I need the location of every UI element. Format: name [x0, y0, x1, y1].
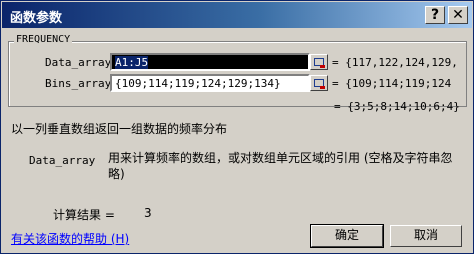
- current-argument-name: Data_array: [29, 154, 96, 167]
- data-array-preview: = {117,122,124,129,: [332, 56, 458, 69]
- range-select-icon: [314, 79, 325, 89]
- title-bar: 函数参数 ? ✕: [2, 2, 472, 28]
- close-button[interactable]: ✕: [448, 6, 468, 24]
- result-value: 3: [144, 206, 152, 220]
- bins-array-preview: = {109;114;119;124: [332, 77, 452, 90]
- dialog-title: 函数参数: [10, 11, 63, 26]
- data-array-collapse-button[interactable]: [310, 54, 328, 70]
- cancel-button[interactable]: 取消: [390, 225, 462, 247]
- bins-array-label: Bins_array: [45, 77, 112, 90]
- data-array-value: A1:J5: [115, 56, 149, 69]
- function-arguments-dialog: 函数参数 ? ✕ FREQUENCY Data_array A1:J5 = {1…: [0, 0, 474, 254]
- data-array-input[interactable]: A1:J5: [110, 53, 310, 71]
- result-label: 计算结果 =: [53, 208, 115, 222]
- function-help-link[interactable]: 有关该函数的帮助 (H): [11, 230, 129, 247]
- current-argument-description: 用来计算频率的数组，或对数组单元区域的引用 (空格及字符串忽略): [108, 151, 453, 181]
- data-array-label: Data_array: [45, 56, 112, 69]
- ok-button[interactable]: 确定: [310, 224, 384, 248]
- bins-array-input[interactable]: {109;114;119;124;129;134}: [110, 74, 310, 92]
- function-name: FREQUENCY: [14, 34, 73, 45]
- help-button[interactable]: ?: [425, 6, 445, 24]
- function-description: 以一列垂直数组返回一组数据的频率分布: [11, 122, 228, 136]
- range-select-icon: [314, 58, 325, 68]
- formula-result-preview: = {3;5;8;14;10;6;4}: [334, 100, 460, 113]
- bins-array-collapse-button[interactable]: [310, 75, 328, 91]
